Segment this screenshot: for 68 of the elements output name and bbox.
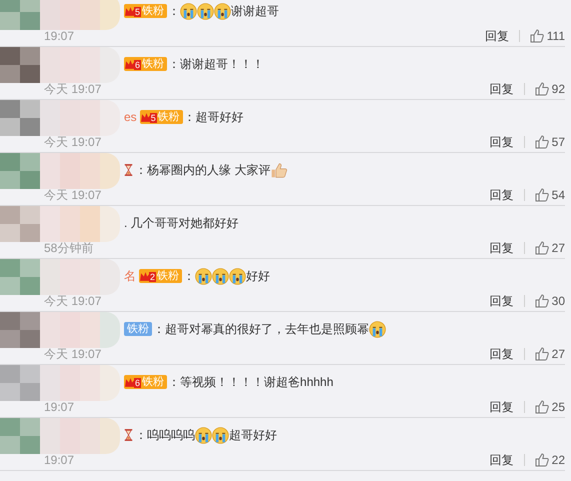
comment-text: 超哥好好	[229, 426, 277, 444]
reply-link[interactable]: 回复	[490, 292, 514, 310]
like-button[interactable]: 57	[534, 135, 565, 149]
thumbs-up-icon	[534, 188, 549, 202]
timestamp: 今天 19:07	[44, 186, 102, 204]
crying-emoji-icon	[180, 2, 198, 20]
thumbs-up-icon	[534, 453, 549, 467]
hourglass-icon	[124, 429, 133, 441]
comment-text: . 几个哥哥对她都好好	[124, 214, 239, 232]
crying-emoji-icon	[229, 268, 246, 284]
hourglass-icon	[124, 164, 133, 176]
timestamp: 58分钟前	[44, 240, 94, 256]
thumbs-up-icon	[534, 82, 549, 96]
reply-link[interactable]: 回复	[490, 240, 514, 256]
timestamp: 19:07	[44, 453, 76, 467]
comment-text: ：杨幂圈内的人缘 大家评	[135, 162, 270, 178]
reply-link[interactable]: 回复	[490, 80, 514, 98]
like-button[interactable]: 27	[534, 347, 565, 361]
like-button[interactable]: 30	[534, 294, 565, 308]
timestamp: 今天 19:07	[44, 134, 102, 150]
like-button[interactable]: 111	[530, 29, 565, 43]
username: 名	[124, 268, 136, 284]
thumbs-up-icon	[534, 294, 549, 308]
thumbs-up-icon	[534, 241, 549, 255]
fan-badge: 6 铁粉	[124, 375, 168, 389]
thumbs-up-icon	[530, 29, 544, 43]
comment-text: 好好	[246, 268, 270, 284]
timestamp: 今天 19:07	[44, 80, 102, 98]
reply-link[interactable]: 回复	[490, 346, 514, 362]
thumbs-up-icon	[534, 347, 549, 361]
comment-text: ：谢谢超哥！！！	[168, 56, 264, 72]
reply-link[interactable]: 回复	[490, 134, 514, 150]
timestamp: 今天 19:07	[44, 346, 102, 362]
reply-link[interactable]: 回复	[490, 452, 514, 468]
comment-text: 谢谢超哥	[231, 2, 280, 20]
fan-badge: 铁粉	[124, 322, 152, 336]
like-button[interactable]: 54	[534, 188, 565, 202]
crying-emoji-icon	[212, 268, 230, 284]
fan-badge: 2 铁粉	[139, 269, 182, 283]
thumbs-up-emoji-icon	[270, 162, 288, 178]
username: es	[124, 110, 137, 124]
reply-link[interactable]: 回复	[484, 28, 509, 44]
comment-text: ：	[168, 2, 180, 20]
reply-link[interactable]: 回复	[490, 398, 514, 416]
crying-emoji-icon	[212, 426, 229, 444]
thumbs-up-icon	[534, 400, 549, 414]
timestamp: 19:07	[44, 400, 76, 414]
timestamp: 19:07	[44, 29, 76, 43]
like-button[interactable]: 25	[534, 400, 565, 414]
crying-emoji-icon	[195, 268, 212, 284]
like-button[interactable]: 92	[534, 82, 565, 96]
thumbs-up-icon	[534, 135, 549, 149]
timestamp: 今天 19:07	[44, 292, 102, 310]
comment-text: ：	[183, 268, 196, 284]
fan-badge: 5 铁粉	[124, 4, 168, 18]
fan-badge: 6 铁粉	[124, 57, 168, 71]
like-button[interactable]: 27	[534, 241, 565, 255]
like-button[interactable]: 22	[534, 453, 565, 467]
comment-text: ：超哥好好	[184, 108, 244, 126]
crying-emoji-icon	[214, 2, 232, 20]
crying-emoji-icon	[195, 426, 212, 444]
comment-text: ：呜呜呜呜	[135, 426, 195, 444]
crying-emoji-icon	[197, 2, 214, 20]
fan-badge: 5 铁粉	[140, 110, 183, 124]
reply-link[interactable]: 回复	[490, 186, 514, 204]
crying-emoji-icon	[369, 320, 386, 338]
comment-text: ：超哥对幂真的很好了，去年也是照顾幂	[153, 320, 369, 338]
comment-text: ：等视频！！！！谢超爸hhhhh	[168, 374, 334, 390]
